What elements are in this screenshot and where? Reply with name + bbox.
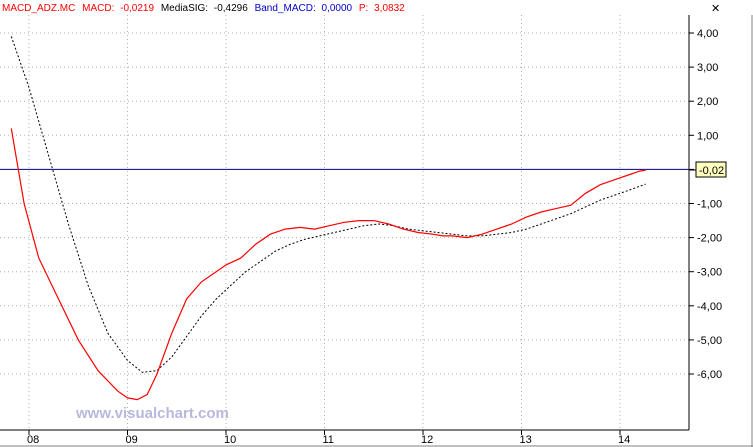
y-tick-label: 4,00: [697, 28, 718, 40]
y-tick-label: -3,00: [697, 267, 722, 279]
y-tick-label: -2,00: [697, 233, 722, 245]
y-tick-label: 3,00: [697, 62, 718, 74]
current-value-marker: -0,02: [689, 161, 727, 178]
header-series-label: MACD_ADZ.MC: [2, 3, 75, 14]
x-tick-label: 14: [618, 434, 630, 446]
chart-header: MACD_ADZ.MC MACD: -0,0219 MediaSIG: -0,4…: [2, 3, 405, 14]
y-tick-label: -6,00: [697, 369, 722, 381]
header-signal-label: MediaSIG:: [161, 3, 208, 14]
close-button[interactable]: ✕: [708, 1, 723, 15]
x-tick-label: 11: [323, 434, 334, 446]
header-band-value: 0,0000: [322, 3, 353, 14]
x-tick-label: 10: [224, 434, 236, 446]
header-p-value: 3,0832: [374, 3, 405, 14]
watermark: www.visualchart.com: [75, 405, 229, 422]
y-axis: 4,00 3,00 2,00 1,00 -1,00 -2,00 -3,00 -4,00 -5,0…: [689, 28, 722, 381]
macd-chart: www.visualchart.com 4,00 3,00 2,00 1,00 -1,0…: [0, 0, 753, 447]
y-tick-label: -5,00: [697, 335, 722, 347]
header-p-label: P:: [359, 3, 368, 14]
x-tick-label: 09: [126, 434, 138, 446]
header-signal-value: -0,4296: [214, 3, 248, 14]
y-tick-label: -1,00: [697, 199, 722, 211]
x-tick-label: 08: [27, 434, 39, 446]
y-tick-label: -4,00: [697, 301, 722, 313]
close-icon[interactable]: ✕: [711, 3, 720, 15]
current-value-label: -0,02: [699, 165, 724, 177]
x-tick-label: 12: [421, 434, 433, 446]
x-tick-label: 13: [520, 434, 532, 446]
header-macd-value: -0,0219: [120, 3, 154, 14]
x-axis: 08 09 10 11 12 13 14: [27, 430, 630, 446]
y-tick-label: 1,00: [697, 130, 718, 142]
header-band-label: Band_MACD:: [255, 3, 316, 14]
header-macd-label: MACD:: [82, 3, 114, 14]
y-tick-label: 2,00: [697, 96, 718, 108]
